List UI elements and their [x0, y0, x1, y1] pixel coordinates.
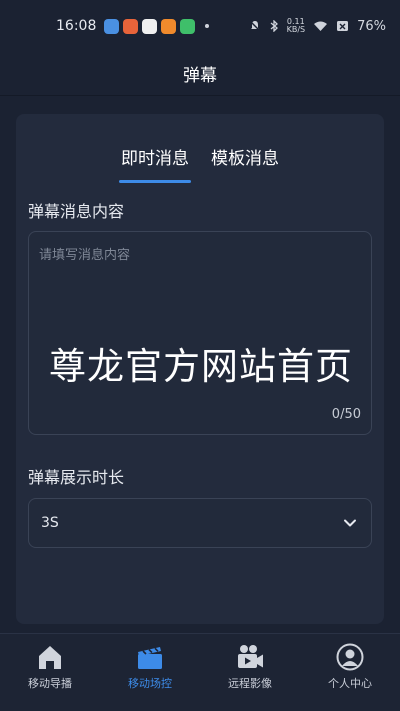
net-speed: 0.11 KB/S	[286, 17, 306, 34]
nav-label: 远程影像	[228, 677, 272, 690]
sim-off-icon	[337, 21, 349, 31]
mute-bell-icon	[249, 20, 261, 32]
nav-mobile-director[interactable]: 移动导播	[0, 634, 100, 711]
more-notifications-dot	[205, 24, 210, 28]
nav-remote-video[interactable]: 远程影像	[200, 634, 300, 711]
nav-mobile-control[interactable]: 移动场控	[100, 634, 200, 711]
notification-icons	[104, 18, 196, 34]
nav-label: 个人中心	[328, 677, 372, 690]
message-placeholder: 请填写消息内容	[39, 248, 131, 263]
app-notification-icon	[180, 18, 196, 34]
battery-level: 76%	[357, 18, 386, 34]
display-duration-label: 弹幕展示时长	[28, 468, 125, 487]
clapperboard-icon	[138, 647, 162, 669]
page-title: 弹幕	[183, 66, 217, 86]
tab-template-message[interactable]: 模板消息	[211, 144, 279, 183]
app-notification-icon	[123, 18, 139, 34]
wifi-icon	[314, 21, 328, 31]
app-notification-icon	[161, 18, 177, 34]
message-text: 尊龙官方网站首页	[49, 345, 353, 388]
nav-label: 移动导播	[28, 677, 72, 690]
tab-instant-message[interactable]: 即时消息	[119, 144, 191, 183]
chevron-down-icon	[344, 519, 356, 527]
app-notification-icon	[142, 18, 158, 34]
duration-value: 3S	[41, 515, 59, 531]
status-time: 16:08	[56, 18, 97, 34]
char-counter: 0/50	[331, 407, 361, 422]
nav-profile[interactable]: 个人中心	[300, 634, 400, 711]
nav-label: 移动场控	[128, 677, 172, 690]
app-notification-icon	[104, 18, 120, 34]
message-textarea[interactable]: 请填写消息内容 尊龙官方网站首页 0/50	[28, 231, 372, 435]
bottom-nav: 移动导播 移动场控 远程影像 个人中心	[0, 633, 400, 711]
status-bar: 16:08 0.11 KB/S 76%	[0, 0, 400, 52]
video-camera-icon	[238, 645, 263, 668]
message-type-tabs: 即时消息 模板消息	[16, 144, 384, 183]
duration-select[interactable]: 3S	[28, 498, 372, 548]
user-icon	[336, 643, 364, 671]
page-title-bar: 弹幕	[0, 52, 400, 96]
bluetooth-icon	[270, 20, 278, 32]
message-card: 即时消息 模板消息 弹幕消息内容 请填写消息内容 尊龙官方网站首页 0/50 弹…	[16, 114, 384, 624]
home-icon	[39, 646, 61, 669]
status-indicators: 0.11 KB/S 76%	[249, 18, 386, 34]
message-content-label: 弹幕消息内容	[28, 202, 125, 221]
